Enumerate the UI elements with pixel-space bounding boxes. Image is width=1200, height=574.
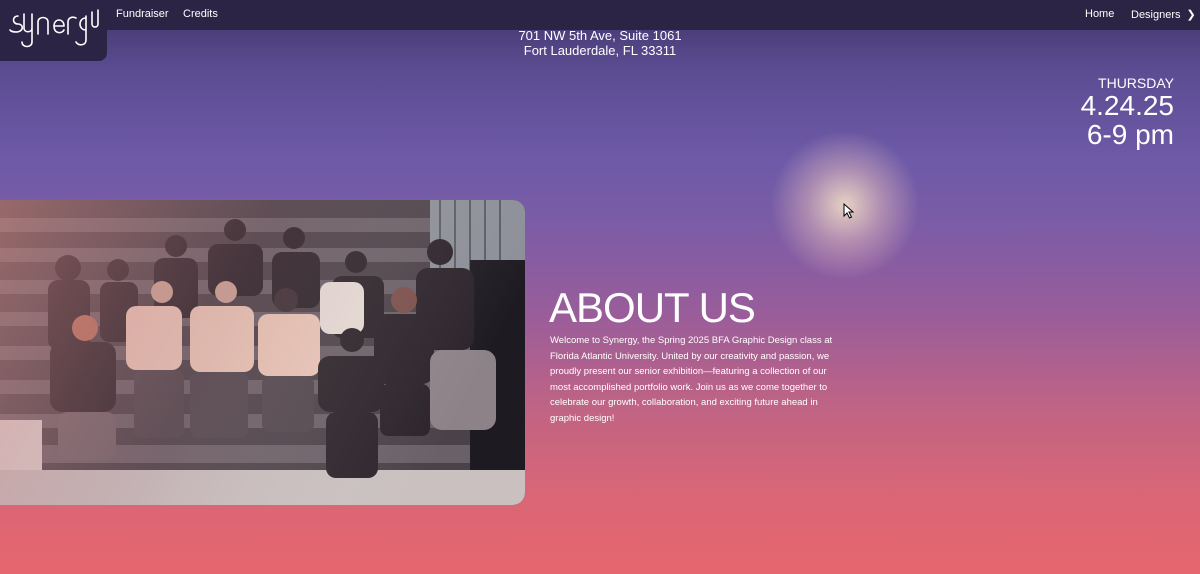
nav-link-home[interactable]: Home <box>1085 8 1114 20</box>
page: Fundraiser Credits Home Designers ❯ 701 … <box>0 0 1200 574</box>
nav-link-designers-label: Designers <box>1131 9 1181 21</box>
about-description: Welcome to Synergy, the Spring 2025 BFA … <box>550 335 833 424</box>
logo[interactable] <box>0 0 107 61</box>
venue-address: 701 NW 5th Ave, Suite 1061 Fort Lauderda… <box>500 28 700 58</box>
mouse-cursor-icon <box>843 203 855 219</box>
event-day: THURSDAY <box>1098 75 1174 91</box>
nav-link-fundraiser[interactable]: Fundraiser <box>116 8 169 20</box>
chevron-right-icon: ❯ <box>1186 9 1196 21</box>
about-heading: ABOUT US <box>549 284 756 331</box>
class-group-photo <box>0 200 525 505</box>
event-datetime: THURSDAY 4.24.25 6-9 pm <box>1081 75 1174 149</box>
nav-link-designers[interactable]: Designers ❯ <box>1131 8 1196 21</box>
address-line-1: 701 NW 5th Ave, Suite 1061 <box>518 28 682 43</box>
event-time: 6-9 pm <box>1086 119 1174 150</box>
event-date: 4.24.25 <box>1080 90 1174 121</box>
nav-link-credits[interactable]: Credits <box>183 8 218 20</box>
top-nav: Fundraiser Credits Home Designers ❯ <box>0 0 1200 30</box>
address-line-2: Fort Lauderdale, FL 33311 <box>523 43 677 58</box>
synergy-logo-icon <box>9 9 99 48</box>
